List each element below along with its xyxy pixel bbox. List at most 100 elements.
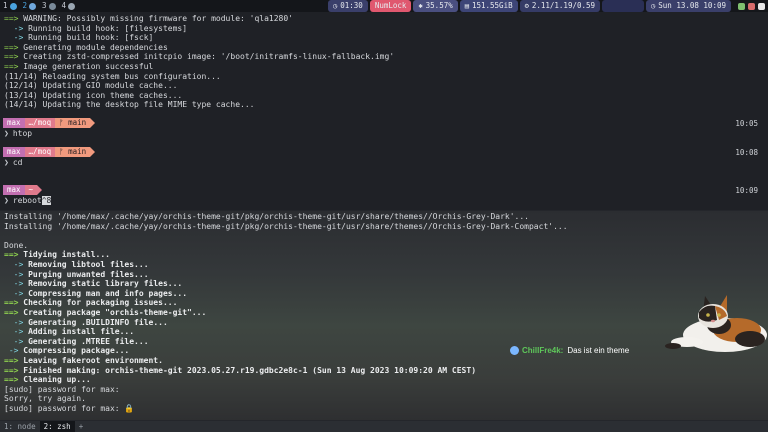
line-text: Removing static library files... [28, 279, 183, 289]
workspace-3[interactable]: 3 [39, 0, 59, 12]
line-text: Generating .MTREE file... [28, 336, 149, 346]
line-prefix: ==> [4, 365, 24, 375]
line-text: Adding install file... [28, 327, 135, 337]
line-prefix: -> [4, 279, 29, 289]
line-text: Generating module dependencies [23, 42, 168, 52]
disk-icon: ▤ [464, 2, 469, 10]
line-prefix: -> [4, 336, 29, 346]
terminal-output-line: ==> Tidying install... [4, 250, 110, 260]
prompt-arrow-icon [90, 118, 96, 128]
load-module-text: 2.11/1.19/0.59 [531, 1, 596, 10]
prompt-time: 10:05 [735, 119, 758, 128]
cpu-module-text: 35.57% [425, 1, 453, 10]
line-text: Creating zstd-compressed initcpio image:… [23, 52, 395, 62]
tray-icon[interactable] [758, 2, 765, 10]
chat-username: ChillFre4k: [522, 346, 564, 355]
cat-webcam-overlay [665, 295, 767, 352]
line-prefix: -> [4, 260, 29, 269]
command-line: ❯ cd [4, 158, 22, 167]
tmux-window-tab[interactable]: 1: node [0, 421, 40, 432]
prompt-user: max [3, 185, 25, 195]
line-text: Purging unwanted files... [28, 269, 149, 279]
disk-module-text: 151.55GiB [471, 1, 513, 10]
terminal-pane-bottom[interactable]: Installing '/home/max/.cache/yay/orchis-… [0, 211, 768, 420]
uptime-icon: ◷ [333, 2, 338, 10]
clock-module[interactable]: ◷ Sun 13.08 10:09 [646, 0, 731, 12]
command-text: reboot [12, 196, 42, 205]
line-text: Removing libtool files... [28, 260, 149, 269]
load-module[interactable]: ⚙ 2.11/1.19/0.59 [519, 0, 601, 12]
prompt-arrow-icon [37, 185, 43, 195]
shell-prompt: max …/moq ᚠ main [3, 118, 96, 128]
terminal-output-line: (11/14) Reloading system bus configurati… [4, 72, 221, 82]
terminal-output-line: ==> Leaving fakeroot environment. [4, 356, 163, 366]
graph-module[interactable] [602, 0, 645, 12]
line-prefix: ==> [4, 42, 24, 52]
line-text: Installing '/home/max/.cache/yay/orchis-… [4, 212, 529, 221]
cpu-module[interactable]: ✱ 35.57% [413, 0, 458, 12]
prompt-path: …/moq [24, 118, 56, 128]
workspace-number: 4 [61, 1, 67, 10]
line-prefix: -> [4, 33, 29, 43]
disk-module[interactable]: ▤ 151.55GiB [459, 0, 518, 12]
line-text: Finished making: orchis-theme-git 2023.0… [23, 365, 477, 375]
line-text: (14/14) Updating the desktop file MIME t… [4, 100, 255, 110]
line-text: Creating package "orchis-theme-git"... [23, 308, 207, 317]
line-prefix: ==> [4, 62, 24, 71]
line-text: Compressing man and info pages... [28, 288, 188, 298]
line-text: (11/14) Reloading system bus configurati… [4, 71, 221, 81]
line-prefix: -> [4, 288, 29, 298]
terminal-output-line: -> Removing libtool files... [4, 260, 149, 270]
new-window-button[interactable]: + [75, 421, 88, 432]
line-prefix: -> [4, 317, 29, 327]
load-icon: ⚙ [524, 2, 529, 10]
terminal-output-line: -> Generating .BUILDINFO file... [4, 318, 168, 328]
line-text: Tidying install... [23, 250, 110, 260]
cpu-icon: ✱ [418, 2, 423, 10]
line-prefix: ==> [4, 52, 24, 62]
terminal-pane-top[interactable]: ==> WARNING: Possibly missing firmware f… [0, 12, 768, 210]
tray-icon[interactable] [738, 2, 745, 10]
line-prefix: ==> [4, 250, 24, 260]
workspace-1[interactable]: 1 [0, 0, 20, 12]
numlock-module[interactable]: NumLock [369, 0, 412, 12]
line-prefix: -> [4, 269, 29, 279]
line-text: Cleaning up... [23, 375, 91, 385]
prompt-time: 10:08 [735, 148, 758, 157]
prompt-user: max [3, 147, 25, 157]
shell-prompt: max ~ [3, 185, 43, 195]
terminal-output-line: ==> Finished making: orchis-theme-git 20… [4, 366, 476, 376]
terminal-output-line: (12/14) Updating GIO module cache... [4, 81, 177, 91]
line-text: (13/14) Updating icon theme caches... [4, 90, 183, 100]
line-text: Generating .BUILDINFO file... [28, 317, 168, 327]
line-text: Done. [4, 240, 29, 250]
workspace-number: 3 [42, 1, 47, 10]
chat-message-text: Das ist ein theme [567, 346, 630, 355]
uptime-module-text: 01:30 [340, 1, 363, 10]
cursor: ^8 [41, 196, 52, 205]
line-prefix: ==> [4, 14, 24, 23]
terminal-output-line: -> Removing static library files... [4, 279, 183, 289]
line-text: Compressing package... [23, 346, 130, 356]
prompt-git-branch: ᚠ main [55, 118, 91, 128]
stream-chat-message: ChillFre4k: Das ist ein theme [510, 346, 629, 355]
workspace-2[interactable]: 2 [20, 0, 40, 12]
uptime-module[interactable]: ◷ 01:30 [328, 0, 368, 12]
command-line: ❯ reboot^8 [4, 196, 52, 205]
command-text: cd [12, 158, 23, 167]
workspace-4[interactable]: 4 [59, 0, 79, 12]
app-icon [68, 2, 76, 10]
terminal-output-line: Sorry, try again. [4, 394, 86, 404]
terminal-output-line: ==> WARNING: Possibly missing firmware f… [4, 14, 293, 24]
line-prefix: ==> [4, 356, 24, 365]
line-prefix: -> [4, 346, 24, 356]
prompt-arrow-icon [90, 147, 96, 157]
terminal-output-line: -> Adding install file... [4, 327, 134, 337]
tmux-window-tab[interactable]: 2: zsh [39, 421, 75, 432]
terminal-output-line: (14/14) Updating the desktop file MIME t… [4, 100, 254, 110]
line-text: Running build hook: [filesystems] [28, 23, 188, 33]
tray-icon[interactable] [748, 2, 755, 10]
app-icon [48, 2, 56, 10]
line-text: Image generation successful [23, 62, 154, 71]
command-line: ❯ htop [4, 129, 32, 138]
